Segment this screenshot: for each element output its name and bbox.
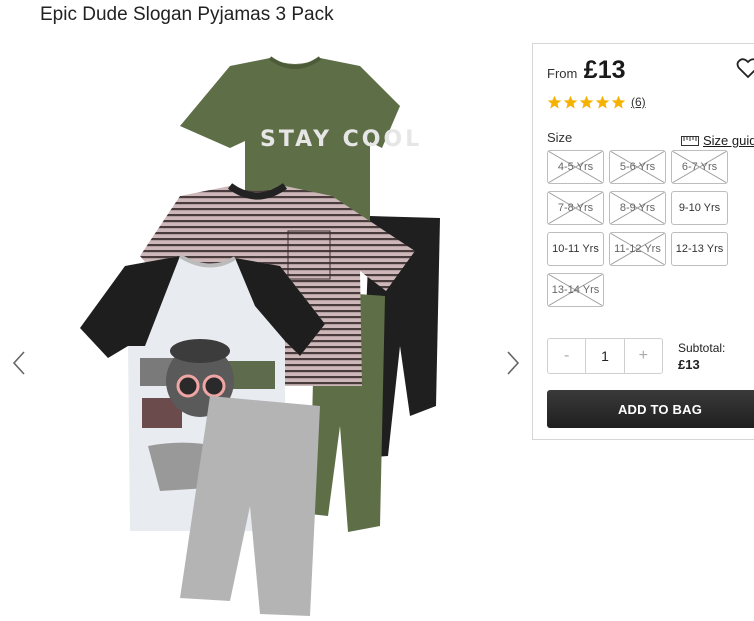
size-option-label: 9-10 Yrs [678,202,721,214]
price-from-label: From [547,66,578,81]
size-label: Size [547,130,573,145]
star-icon [547,95,562,108]
size-option-label: 13-14 Yrs [551,284,600,296]
size-option-label: 12-13 Yrs [675,243,724,255]
heart-icon[interactable] [736,57,754,79]
product-title: Epic Dude Slogan Pyjamas 3 Pack [40,4,334,25]
star-icon [595,95,610,108]
size-option[interactable]: 4-5 Yrs [547,150,604,184]
size-option-label: 7-8 Yrs [557,202,594,214]
size-option-label: 5-6 Yrs [619,161,656,173]
subtotal-value: £13 [678,357,700,372]
quantity-value[interactable]: 1 [585,339,625,373]
rating: (6) [547,94,646,110]
rating-stars [547,95,627,110]
size-option-label: 8-9 Yrs [619,202,656,214]
star-icon [611,95,626,108]
subtotal-label: Subtotal: [678,341,726,355]
purchase-panel: From £13 (6) Size Size guide 4-5 Yrs 5-6 … [532,43,754,440]
chevron-left-icon [12,351,25,375]
add-to-bag-button[interactable]: ADD TO BAG [547,390,754,428]
size-option-label: 11-12 Yrs [614,243,661,255]
gallery-next-button[interactable] [502,348,524,378]
review-count-link[interactable]: (6) [631,95,646,109]
quantity-increase-button[interactable]: + [625,339,662,373]
quantity-decrease-button[interactable]: - [548,339,585,373]
product-gallery: STAY COOL [0,36,534,617]
size-option[interactable]: 10-11 Yrs [547,232,604,266]
size-option[interactable]: 12-13 Yrs [671,232,728,266]
product-image[interactable]: STAY COOL [70,46,470,621]
size-guide-link[interactable]: Size guide [681,133,754,148]
price-amount: £13 [583,56,626,84]
gallery-prev-button[interactable] [8,348,30,378]
size-option-label: 4-5 Yrs [557,161,594,173]
price-row: From £13 [547,56,626,85]
size-option-label: 6-7 Yrs [681,161,718,173]
size-option[interactable]: 11-12 Yrs [609,232,666,266]
tshirt-slogan: STAY COOL [260,127,422,152]
size-option[interactable]: 6-7 Yrs [671,150,728,184]
size-guide-label: Size guide [703,133,754,148]
chevron-right-icon [507,351,520,375]
size-option[interactable]: 7-8 Yrs [547,191,604,225]
size-option[interactable]: 8-9 Yrs [609,191,666,225]
size-option[interactable]: 9-10 Yrs [671,191,728,225]
size-option[interactable]: 13-14 Yrs [547,273,604,307]
star-icon [579,95,594,108]
size-option-label: 10-11 Yrs [552,243,599,255]
star-icon [563,95,578,108]
quantity-stepper: - 1 + [547,338,663,374]
size-option[interactable]: 5-6 Yrs [609,150,666,184]
ruler-icon [681,135,699,146]
